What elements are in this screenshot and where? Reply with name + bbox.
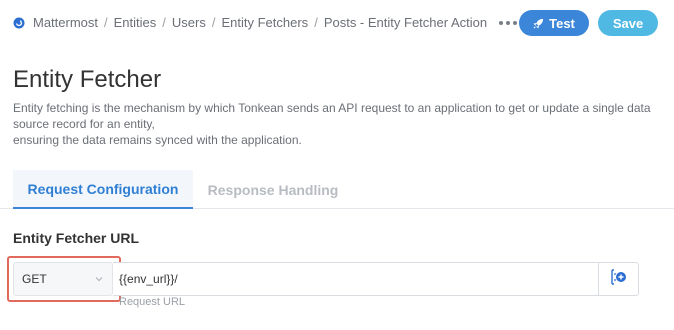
entity-fetcher-url-label: Entity Fetcher URL <box>13 230 140 246</box>
insert-variable-button[interactable] <box>598 262 639 296</box>
breadcrumb-separator: / <box>104 15 108 30</box>
test-button[interactable]: Test <box>519 10 589 36</box>
chevron-down-icon <box>94 274 104 284</box>
breadcrumb-separator: / <box>314 15 318 30</box>
breadcrumb-separator: / <box>162 15 166 30</box>
breadcrumb-item-mattermost[interactable]: Mattermost <box>33 15 98 30</box>
description-line-1: Entity fetching is the mechanism by whic… <box>13 101 651 131</box>
breadcrumb-item-users[interactable]: Users <box>172 15 206 30</box>
breadcrumb-separator: / <box>211 15 216 30</box>
request-url-input[interactable]: {{env_url}}/ <box>113 262 599 296</box>
page-description: Entity fetching is the mechanism by whic… <box>13 100 668 148</box>
mattermost-logo-icon <box>13 17 25 29</box>
http-method-value: GET <box>22 272 47 286</box>
top-bar: Mattermost / Entities / Users / Entity F… <box>0 0 674 44</box>
breadcrumb-item-current: Posts - Entity Fetcher Action <box>323 15 488 30</box>
request-url-hint: Request URL <box>119 296 186 308</box>
save-button[interactable]: Save <box>598 10 658 36</box>
insert-variable-icon <box>610 268 627 290</box>
breadcrumb-item-entities[interactable]: Entities <box>114 15 157 30</box>
description-line-2: ensuring the data remains synced with th… <box>13 133 302 147</box>
tab-request-configuration[interactable]: Request Configuration <box>13 170 193 209</box>
test-button-label: Test <box>549 15 575 31</box>
http-method-select[interactable]: GET <box>13 262 113 296</box>
more-horizontal-icon[interactable] <box>499 20 518 25</box>
breadcrumb: Mattermost / Entities / Users / Entity F… <box>13 15 518 30</box>
tab-bar: Request Configuration Response Handling <box>0 170 674 209</box>
page-title: Entity Fetcher <box>13 66 162 93</box>
rocket-icon <box>533 18 544 29</box>
breadcrumb-item-entity-fetchers[interactable]: Entity Fetchers <box>221 15 308 30</box>
tab-response-handling[interactable]: Response Handling <box>193 170 353 209</box>
